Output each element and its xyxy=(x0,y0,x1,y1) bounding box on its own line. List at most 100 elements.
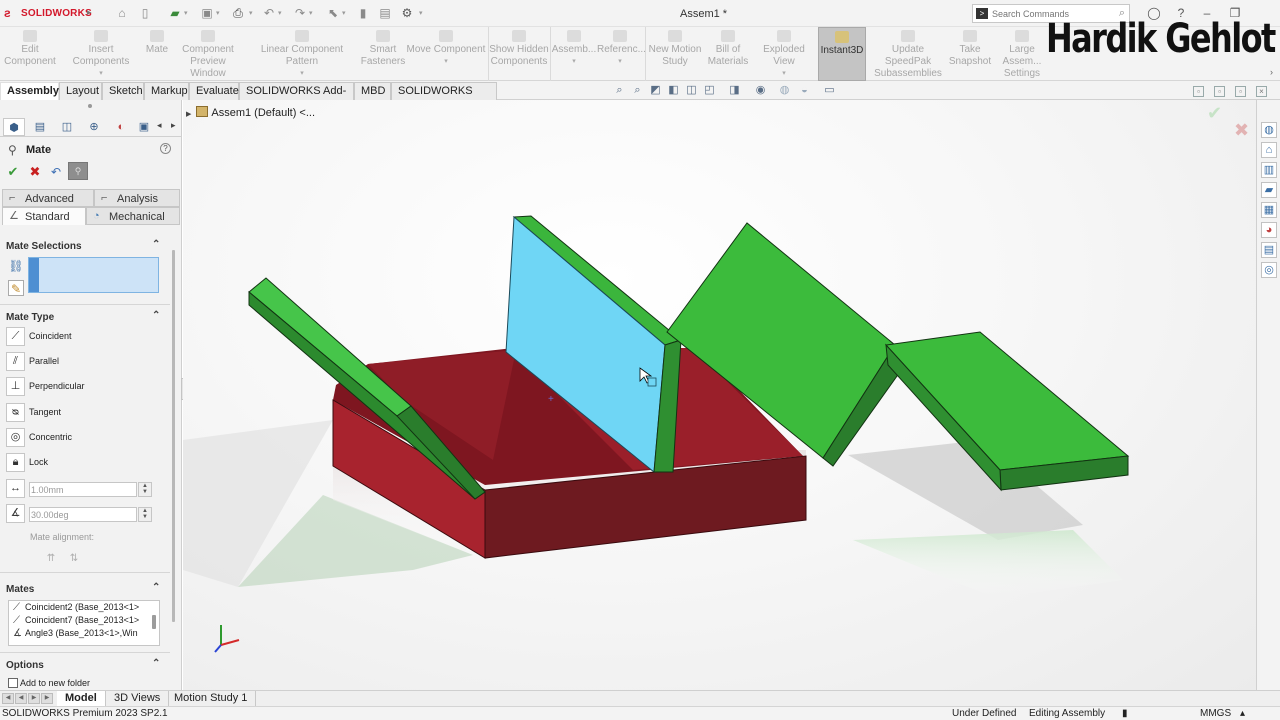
first-tab-icon[interactable]: ◀ xyxy=(2,693,14,704)
mates-list[interactable]: ⟋ Coincident2 (Base_2013<1> ⟋ Coincident7 … xyxy=(8,600,160,646)
tab-solidworks-addins[interactable]: SOLIDWORKS Add-Ins xyxy=(239,82,354,114)
mate-perpendicular[interactable]: ⊥ Perpendicular xyxy=(6,377,166,397)
dynamic-annotation-icon[interactable]: ◫ xyxy=(685,84,698,97)
apply-scene-icon[interactable]: ◒ xyxy=(798,84,811,97)
undo-button[interactable]: ↶ xyxy=(48,164,64,180)
zoom-to-fit-icon[interactable]: ⌕ xyxy=(613,84,626,97)
assembly-features-dropdown-icon[interactable]: ▾ xyxy=(551,56,597,68)
viewport-restore-icon[interactable]: ▫ xyxy=(1235,86,1246,97)
mate-concentric[interactable]: ◎ Concentric xyxy=(6,428,166,448)
collapse-icon[interactable]: ⌃ xyxy=(152,582,160,593)
tab-mbd[interactable]: MBD xyxy=(354,82,391,100)
tab-model[interactable]: Model xyxy=(57,691,106,707)
tab-layout[interactable]: Layout xyxy=(59,82,102,100)
exploded-view-dropdown-icon[interactable]: ▾ xyxy=(752,68,816,80)
move-component-button[interactable]: Move Component ▾ xyxy=(406,27,486,81)
home-icon[interactable]: ⌂ xyxy=(1261,142,1277,158)
previous-view-icon[interactable]: ◩ xyxy=(649,84,662,97)
collapse-icon[interactable]: ⌃ xyxy=(152,658,160,669)
reference-geometry-button[interactable]: Referenc... ▾ xyxy=(597,27,646,81)
redo-dropdown-icon[interactable]: ▾ xyxy=(309,9,313,17)
cancel-button[interactable]: ✖ xyxy=(27,164,43,180)
update-speedpak-button[interactable]: Update SpeedPak Subassemblies xyxy=(868,27,948,81)
anti-aligned-icon[interactable]: ⇅ xyxy=(67,552,81,566)
tab-motion-study[interactable]: Motion Study 1 xyxy=(166,691,257,707)
section-view-icon[interactable]: ◧ xyxy=(667,84,680,97)
mate-distance[interactable]: ↔ xyxy=(6,479,28,499)
mate-lock[interactable]: 🔒︎ Lock xyxy=(6,453,166,473)
show-hidden-components-button[interactable]: Show Hidden Components xyxy=(489,27,549,81)
options-gear-icon[interactable]: ⚙ xyxy=(400,6,414,20)
options-dropdown-icon[interactable]: ▾ xyxy=(419,9,423,17)
mate-tangent[interactable]: ᴓ Tangent xyxy=(6,403,166,423)
print-icon[interactable]: ⎙ xyxy=(231,6,245,20)
angle-spinner[interactable]: ▲ ▼ xyxy=(138,507,152,522)
menu-expand-icon[interactable]: ▸ xyxy=(87,7,92,18)
rebuild-indicator-icon[interactable]: ▮ xyxy=(1122,708,1128,719)
linear-pattern-dropdown-icon[interactable]: ▾ xyxy=(244,68,360,80)
smart-fasteners-button[interactable]: Smart Fasteners xyxy=(360,27,406,81)
new-motion-study-button[interactable]: New Motion Study xyxy=(646,27,704,81)
move-component-dropdown-icon[interactable]: ▾ xyxy=(406,56,486,68)
list-item[interactable]: ⟋ Coincident7 (Base_2013<1> xyxy=(13,615,159,628)
multiple-mate-mode-icon[interactable]: ✎ xyxy=(8,280,24,296)
confirmation-cancel-icon[interactable]: ✖ xyxy=(1234,120,1249,141)
viewport-close-icon[interactable]: × xyxy=(1256,86,1267,97)
angle-input[interactable] xyxy=(30,508,134,521)
distance-spinner[interactable]: ▲ ▼ xyxy=(138,482,152,497)
zoom-to-area-icon[interactable]: ⌕ xyxy=(631,84,644,97)
view-orientation-icon[interactable]: ◰ xyxy=(703,84,716,97)
viewport-minimize-icon[interactable]: ▫ xyxy=(1193,86,1204,97)
tabs-scroll-right-icon[interactable]: ▸ xyxy=(171,120,176,131)
tab-mechanical[interactable]: ◔ Mechanical xyxy=(86,207,180,225)
list-item[interactable]: ∡ Angle3 (Base_2013<1>,Win xyxy=(13,628,159,641)
options-header[interactable]: Options ⌃ xyxy=(0,658,170,673)
confirmation-ok-icon[interactable]: ✔ xyxy=(1207,103,1222,124)
forum-icon[interactable]: ◎ xyxy=(1261,262,1277,278)
new-document-icon[interactable]: ▯ xyxy=(138,6,152,20)
print-dropdown-icon[interactable]: ▾ xyxy=(249,9,253,17)
add-to-new-folder-checkbox[interactable] xyxy=(8,678,18,688)
tab-advanced[interactable]: ⌐ Advanced xyxy=(2,189,94,207)
tab-markup[interactable]: Markup xyxy=(144,82,189,100)
entities-to-mate-selection-box[interactable] xyxy=(28,257,159,293)
home-icon[interactable]: ⌂ xyxy=(115,6,129,20)
distance-field[interactable] xyxy=(29,482,137,497)
configuration-manager-icon[interactable]: ◫ xyxy=(56,118,78,136)
tab-solidworks-cam[interactable]: SOLIDWORKS CAM xyxy=(391,82,497,114)
mate-parallel[interactable]: ⫽ Parallel xyxy=(6,352,166,372)
redo-icon[interactable]: ↷ xyxy=(293,6,307,20)
reference-geometry-dropdown-icon[interactable]: ▾ xyxy=(597,56,643,68)
insert-components-dropdown-icon[interactable]: ▾ xyxy=(60,68,142,80)
assembly-features-button[interactable]: Assemb... ▾ xyxy=(551,27,597,81)
help-icon[interactable]: ? xyxy=(160,143,171,154)
list-item[interactable]: ⟋ Coincident2 (Base_2013<1> xyxy=(13,602,159,615)
mate-selections-header[interactable]: Mate Selections ⌃ xyxy=(0,239,170,254)
unit-system[interactable]: MMGS xyxy=(1200,708,1231,719)
panel-grip[interactable] xyxy=(88,104,92,108)
cam-manager-icon[interactable]: ▣ xyxy=(136,118,152,136)
keep-visible-pin-button[interactable]: ⚲ xyxy=(68,162,88,180)
appearances-icon[interactable]: ◕ xyxy=(1261,222,1277,238)
tabs-scroll-left-icon[interactable]: ◂ xyxy=(157,120,162,131)
collapse-icon[interactable]: ⌃ xyxy=(152,239,160,250)
open-folder-icon[interactable]: ▰ xyxy=(168,6,182,20)
save-icon[interactable]: ▣ xyxy=(200,6,214,20)
mate-coincident[interactable]: ⟋ Coincident xyxy=(6,327,166,347)
take-snapshot-button[interactable]: Take Snapshot xyxy=(948,27,992,81)
mates-header[interactable]: Mates ⌃ xyxy=(0,582,170,597)
angle-field[interactable] xyxy=(29,507,137,522)
insert-components-button[interactable]: Insert Components ▾ xyxy=(60,27,142,81)
tab-assembly[interactable]: Assembly xyxy=(0,82,59,100)
aligned-icon[interactable]: ⇈ xyxy=(44,552,58,566)
undo-icon[interactable]: ↶ xyxy=(262,6,276,20)
linear-component-pattern-button[interactable]: Linear Component Pattern ▾ xyxy=(244,27,360,81)
viewport-tile-icon[interactable]: ▫ xyxy=(1214,86,1225,97)
mate-angle[interactable]: ∡ xyxy=(6,504,28,524)
feature-tree-root[interactable]: ▶ Assem1 (Default) <... xyxy=(186,106,315,119)
ok-button[interactable]: ✔ xyxy=(5,164,21,180)
panel-scrollbar[interactable] xyxy=(172,250,175,622)
display-style-icon[interactable]: ◨ xyxy=(728,84,741,97)
collapse-icon[interactable]: ⌃ xyxy=(152,310,160,321)
previous-tab-icon[interactable]: ◀ xyxy=(15,693,27,704)
